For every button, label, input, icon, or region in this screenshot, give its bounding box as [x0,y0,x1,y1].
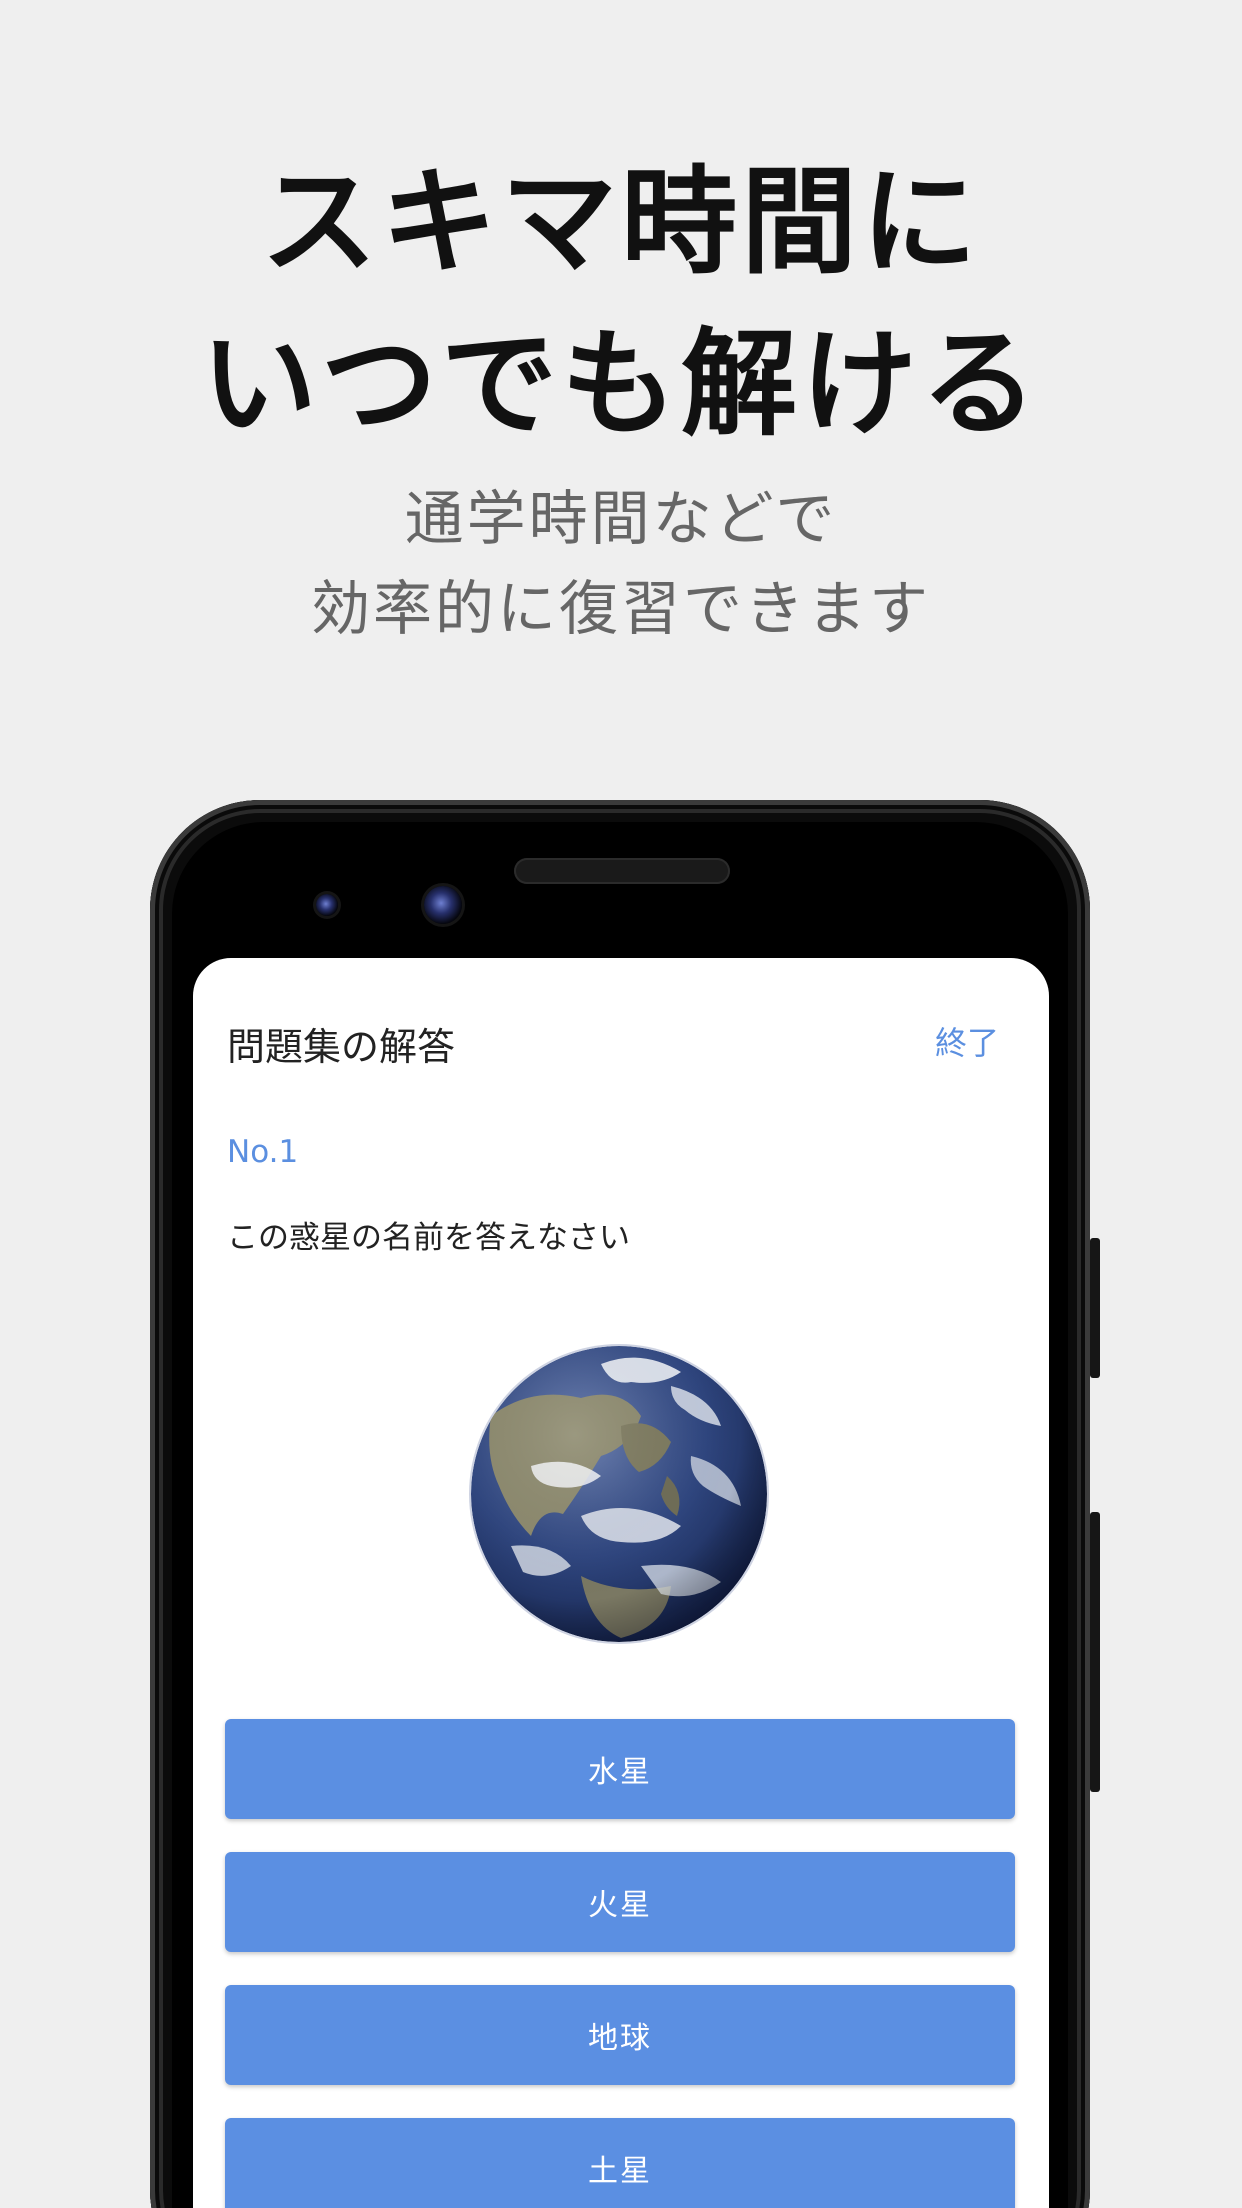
promo-page: スキマ時間に いつでも解ける 通学時間などで 効率的に復習できます 問題集の解答… [0,0,1242,2208]
choice-button-mercury[interactable]: 水星 [225,1719,1015,1819]
headline-line-1: スキマ時間に [261,155,981,290]
subcopy-line-2: 効率的に復習できます [310,574,931,643]
choice-button-saturn[interactable]: 土星 [225,2118,1015,2208]
question-number: No.1 [227,1134,299,1170]
subcopy: 通学時間などで 効率的に復習できます [0,474,1242,654]
phone-speaker-grille [514,858,730,884]
phone-front-camera [424,886,462,924]
choice-button-mars[interactable]: 火星 [225,1852,1015,1952]
phone-side-button [1090,1238,1100,1378]
subcopy-line-1: 通学時間などで [404,484,838,553]
screen-title: 問題集の解答 [227,1025,456,1069]
phone-volume-button [1090,1512,1100,1792]
question-text: この惑星の名前を答えなさい [227,1220,630,1256]
headline: スキマ時間に いつでも解ける [0,142,1242,466]
choice-button-earth[interactable]: 地球 [225,1985,1015,2085]
app-screen: 問題集の解答 終了 No.1 この惑星の名前を答えなさい 水星 火星 地球 土星 [193,958,1049,2208]
headline-line-2: いつでも解ける [201,317,1041,452]
earth-image [471,1346,767,1642]
end-button[interactable]: 終了 [935,1018,999,1064]
phone-sensor [316,894,338,916]
